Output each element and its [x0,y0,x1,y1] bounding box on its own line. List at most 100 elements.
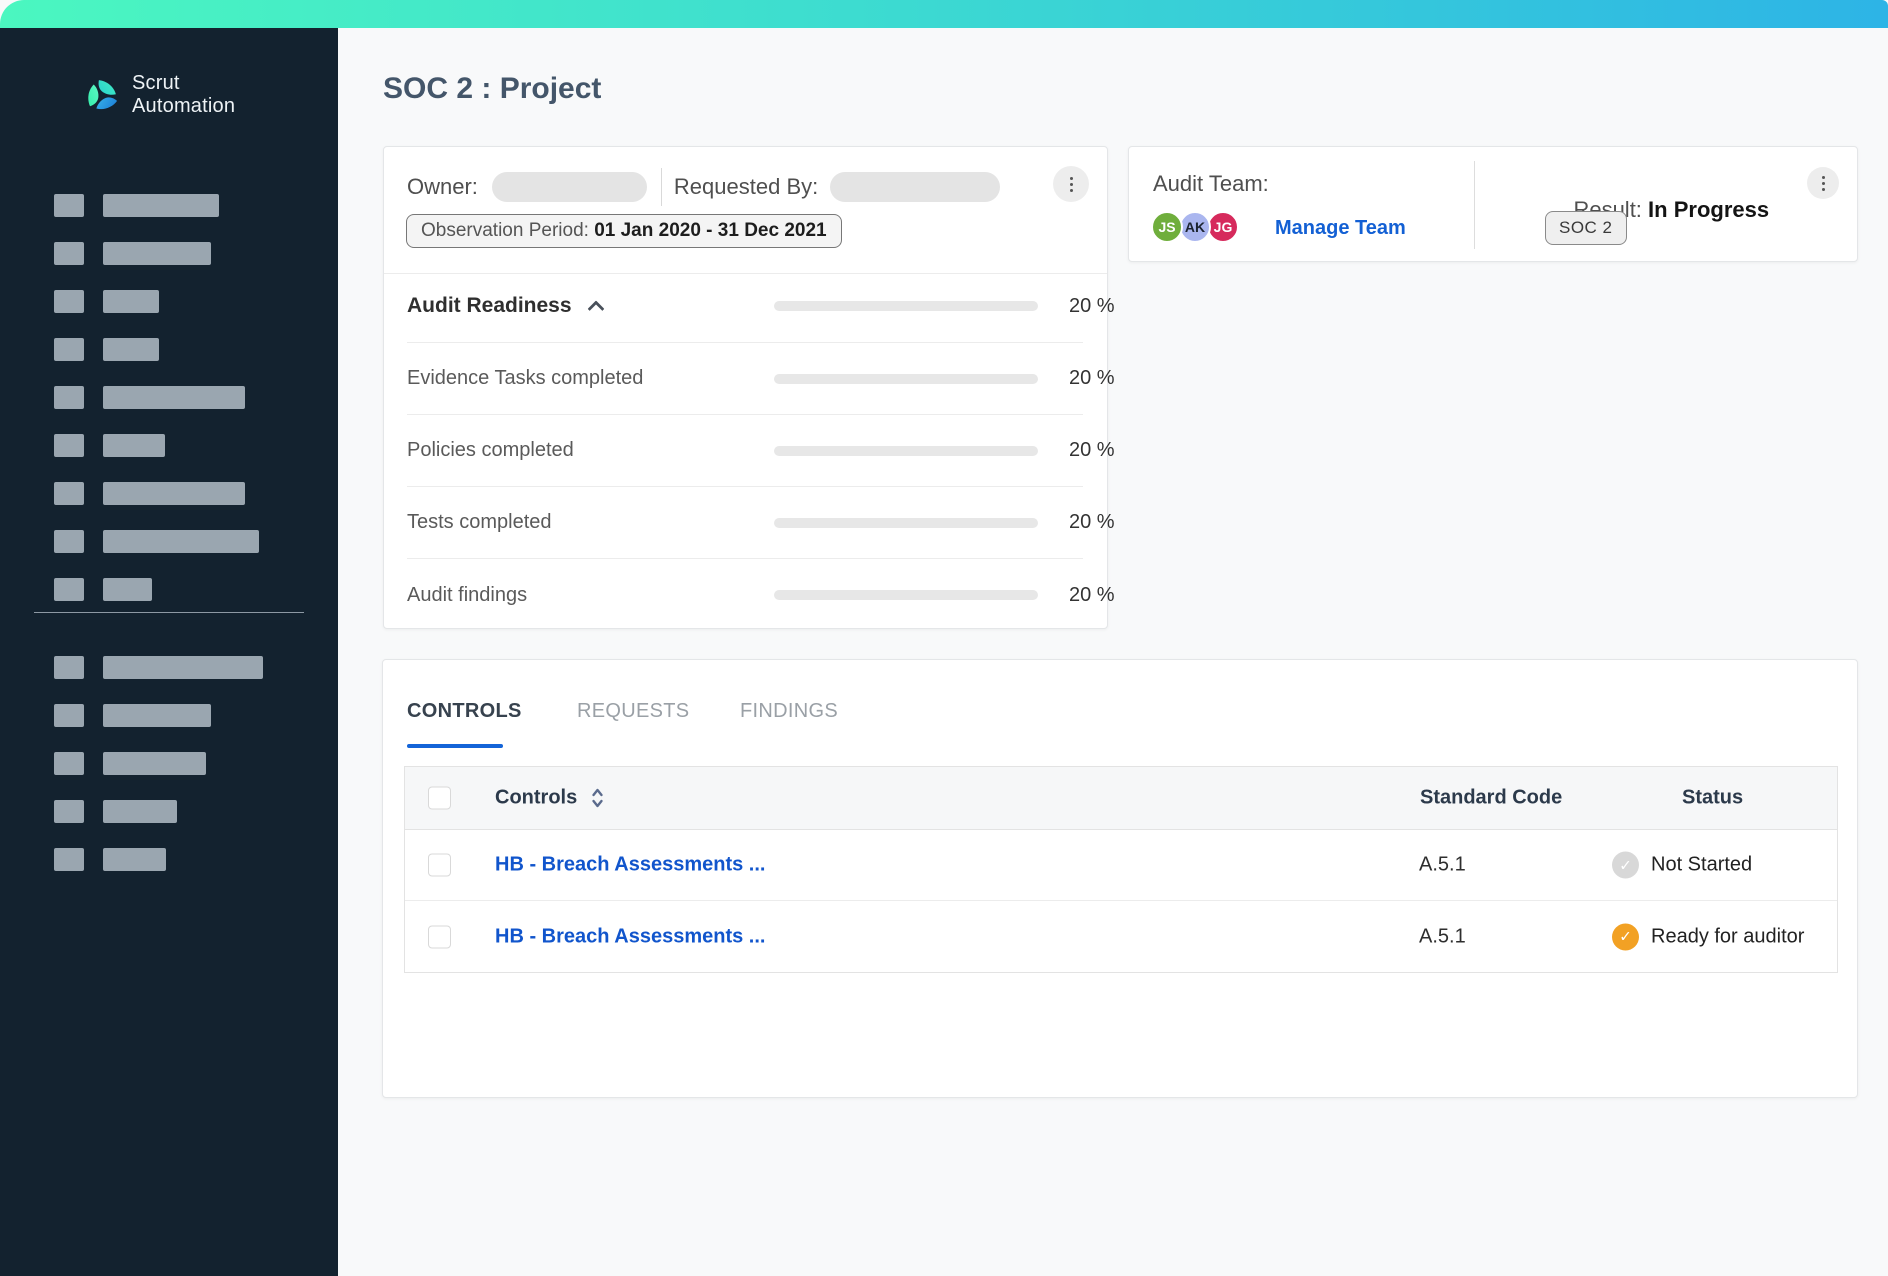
status-cell: ✓ Ready for auditor [1612,923,1804,950]
kebab-icon [1070,177,1073,180]
status-cell: ✓ Not Started [1612,852,1752,879]
sidebar-item-label-skeleton [103,434,165,457]
tab-controls[interactable]: CONTROLS [407,700,577,737]
sidebar: Scrut Automation [0,28,338,1276]
sidebar-item-label-skeleton [103,800,177,823]
readiness-row: Tests completed 20 % [407,487,1083,559]
standard-code-value: A.5.1 [1419,854,1466,877]
sidebar-item[interactable] [54,800,263,823]
sort-icon[interactable] [591,788,604,809]
sidebar-item-label-skeleton [103,656,263,679]
sidebar-item-icon-skeleton [54,386,84,409]
sidebar-divider [34,612,304,613]
sidebar-nav-group-bottom [54,656,263,896]
table-row: HB - Breach Assessments ... A.5.1 ✓ Read… [405,901,1837,972]
team-card-menu-button[interactable] [1807,167,1839,199]
audit-readiness-progressbar [774,301,1038,311]
readiness-progressbar [774,518,1038,528]
active-tab-indicator [407,744,503,748]
framework-chip: SOC 2 [1545,211,1627,245]
sidebar-item-icon-skeleton [54,800,84,823]
audit-readiness-title: Audit Readiness [407,294,572,318]
readiness-percent: 20 % [1069,584,1115,607]
avatar[interactable]: JS [1151,211,1183,243]
kebab-icon [1070,189,1073,192]
avatar[interactable]: AK [1179,211,1211,243]
project-meta-row: Owner: Requested By: [407,169,1087,205]
audit-readiness-header-row: Audit Readiness 20 % [407,270,1083,342]
sidebar-item[interactable] [54,530,259,553]
manage-team-link[interactable]: Manage Team [1275,217,1406,240]
page-title: SOC 2 : Project [383,72,601,106]
sidebar-item-label-skeleton [103,386,245,409]
sidebar-item-icon-skeleton [54,482,84,505]
tab-findings[interactable]: FINDINGS [740,700,838,737]
project-summary-card: Owner: Requested By: Observation Period:… [383,146,1108,629]
sidebar-item[interactable] [54,752,263,775]
sidebar-nav-group-top [54,194,259,626]
observation-period-label: Observation Period: [421,220,594,242]
sidebar-item-label-skeleton [103,482,245,505]
sidebar-item-label-skeleton [103,704,211,727]
audit-readiness-percent: 20 % [1069,295,1115,318]
sidebar-item[interactable] [54,290,259,313]
control-link[interactable]: HB - Breach Assessments ... [495,925,765,948]
avatar[interactable]: JG [1207,211,1239,243]
sidebar-item[interactable] [54,194,259,217]
readiness-progressbar [774,590,1038,600]
status-label: Not Started [1651,854,1752,877]
brand-logo: Scrut Automation [84,72,235,118]
readiness-row-label: Evidence Tasks completed [407,367,643,390]
observation-period-chip: Observation Period: 01 Jan 2020 - 31 Dec… [406,214,842,248]
scrut-logo-icon [84,76,120,114]
sidebar-item-label-skeleton [103,338,159,361]
row-checkbox[interactable] [428,925,451,948]
column-header-controls: Controls [495,787,604,810]
sidebar-item-icon-skeleton [54,752,84,775]
sidebar-item-icon-skeleton [54,656,84,679]
sidebar-item-label-skeleton [103,530,259,553]
kebab-icon [1822,182,1825,185]
meta-divider [661,168,662,206]
observation-period-value: 01 Jan 2020 - 31 Dec 2021 [594,220,826,242]
sidebar-item-label-skeleton [103,194,219,217]
column-header-standard-code: Standard Code [1420,787,1562,810]
sidebar-item-icon-skeleton [54,530,84,553]
sidebar-item[interactable] [54,848,263,871]
top-accent-bar [0,0,1888,28]
kebab-icon [1070,183,1073,186]
table-row: HB - Breach Assessments ... A.5.1 ✓ Not … [405,830,1837,901]
chevron-up-icon[interactable] [587,300,604,317]
readiness-row: Evidence Tasks completed 20 % [407,343,1083,415]
sidebar-item-icon-skeleton [54,848,84,871]
project-card-menu-button[interactable] [1053,166,1089,202]
control-link[interactable]: HB - Breach Assessments ... [495,854,765,877]
controls-card: CONTROLS REQUESTS FINDINGS Controls Stan… [382,659,1858,1098]
tab-requests[interactable]: REQUESTS [577,700,740,737]
readiness-progressbar [774,374,1038,384]
status-label: Ready for auditor [1651,925,1804,948]
sidebar-item-icon-skeleton [54,434,84,457]
readiness-row-label: Tests completed [407,511,552,534]
sidebar-item-label-skeleton [103,578,152,601]
audit-team-card: Audit Team: JS AK JG Manage Team Result:… [1128,146,1858,262]
sidebar-item-icon-skeleton [54,338,84,361]
sidebar-item[interactable] [54,434,259,457]
sidebar-item-icon-skeleton [54,578,84,601]
row-checkbox[interactable] [428,854,451,877]
sidebar-item[interactable] [54,338,259,361]
readiness-row: Audit findings 20 % [407,559,1083,631]
sidebar-item[interactable] [54,656,263,679]
readiness-progressbar [774,446,1038,456]
owner-label: Owner: [407,174,478,200]
sidebar-item[interactable] [54,578,259,601]
sidebar-item[interactable] [54,386,259,409]
sidebar-item[interactable] [54,482,259,505]
audit-team-label: Audit Team: [1153,171,1269,197]
sidebar-item[interactable] [54,242,259,265]
readiness-percent: 20 % [1069,367,1115,390]
table-header-row: Controls Standard Code Status [405,767,1837,830]
sidebar-item[interactable] [54,704,263,727]
status-check-icon: ✓ [1612,923,1639,950]
select-all-checkbox[interactable] [428,787,451,810]
